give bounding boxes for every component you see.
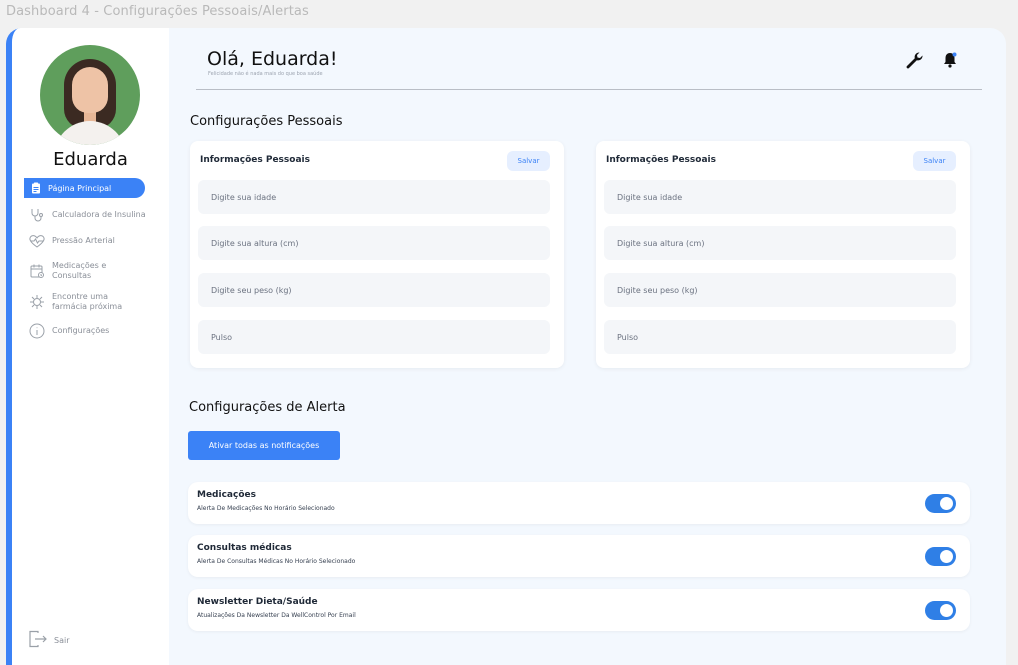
save-button[interactable]: Salvar [507, 151, 550, 171]
pulse-field[interactable]: Pulso [604, 320, 956, 354]
personal-info-panel: Informações Pessoais Salvar Digite sua i… [190, 141, 564, 368]
logout-icon [28, 630, 48, 650]
alert-title: Medicações [197, 490, 256, 500]
medicacoes-toggle[interactable] [925, 494, 956, 513]
alert-row-newsletter: Newsletter Dieta/Saúde Atualizações Da N… [188, 589, 970, 631]
virus-icon [28, 293, 46, 311]
weight-field[interactable]: Digite seu peso (kg) [198, 273, 550, 307]
pulse-field[interactable]: Pulso [198, 320, 550, 354]
sidebar-item-pressao[interactable]: Pressão Arterial [28, 232, 115, 250]
page-title: Olá, Eduarda! [207, 48, 338, 70]
panel-title: Informações Pessoais [200, 155, 310, 165]
bell-icon[interactable] [938, 48, 962, 72]
frame-title: Dashboard 4 - Configurações Pessoais/Ale… [6, 4, 309, 19]
user-name: Eduarda [53, 149, 128, 170]
sidebar-item-calculadora[interactable]: Calculadora de Insulina [28, 206, 146, 224]
save-button[interactable]: Salvar [913, 151, 956, 171]
panel-title: Informações Pessoais [606, 155, 716, 165]
alert-settings-title: Configurações de Alerta [189, 400, 346, 415]
stethoscope-icon [28, 206, 46, 224]
sidebar-item-pagina-principal[interactable]: Página Principal [24, 178, 145, 198]
activate-all-notifications-button[interactable]: Ativar todas as notificações [188, 431, 340, 460]
sidebar-item-farmacia[interactable]: Encontre uma farmácia próxima [28, 292, 158, 312]
height-field[interactable]: Digite sua altura (cm) [604, 226, 956, 260]
age-field[interactable]: Digite sua idade [604, 180, 956, 214]
sidebar: Eduarda Página Principal Calculadora de … [6, 28, 169, 665]
newsletter-toggle[interactable] [925, 601, 956, 620]
page-subtitle: Felicidade não é nada mais do que boa sa… [208, 71, 323, 77]
sidebar-item-label: Página Principal [48, 183, 112, 193]
calendar-icon [28, 262, 46, 280]
sidebar-item-configuracoes[interactable]: Configurações [28, 322, 109, 340]
heartbeat-icon [28, 232, 46, 250]
wrench-icon[interactable] [902, 48, 926, 72]
dashboard-window: Eduarda Página Principal Calculadora de … [6, 28, 1006, 665]
alert-row-consultas: Consultas médicas Alerta De Consultas Mé… [188, 535, 970, 577]
alert-description: Atualizações Da Newsletter Da WellContro… [197, 612, 356, 619]
alert-description: Alerta De Medicações No Horário Selecion… [197, 505, 335, 512]
alert-title: Newsletter Dieta/Saúde [197, 597, 318, 607]
logout-label: Sair [54, 635, 70, 645]
sidebar-item-label: Medicações e Consultas [52, 261, 107, 280]
header-divider [196, 89, 982, 90]
personal-info-panel: Informações Pessoais Salvar Digite sua i… [596, 141, 970, 368]
personal-settings-title: Configurações Pessoais [190, 114, 343, 129]
weight-field[interactable]: Digite seu peso (kg) [604, 273, 956, 307]
sidebar-item-label: Encontre uma farmácia próxima [52, 292, 123, 311]
sidebar-item-label: Calculadora de Insulina [52, 210, 146, 219]
consultas-toggle[interactable] [925, 547, 956, 566]
logout-button[interactable]: Sair [28, 630, 70, 650]
sidebar-item-medicacoes[interactable]: Medicações e Consultas [28, 261, 148, 281]
alert-row-medicacoes: Medicações Alerta De Medicações No Horár… [188, 482, 970, 524]
height-field[interactable]: Digite sua altura (cm) [198, 226, 550, 260]
clipboard-icon [30, 182, 42, 194]
sidebar-item-label: Configurações [52, 326, 110, 335]
avatar [40, 45, 140, 145]
age-field[interactable]: Digite sua idade [198, 180, 550, 214]
alert-description: Alerta De Consultas Médicas No Horário S… [197, 558, 356, 565]
info-icon [28, 322, 46, 340]
alert-title: Consultas médicas [197, 543, 292, 553]
sidebar-item-label: Pressão Arterial [52, 236, 115, 245]
